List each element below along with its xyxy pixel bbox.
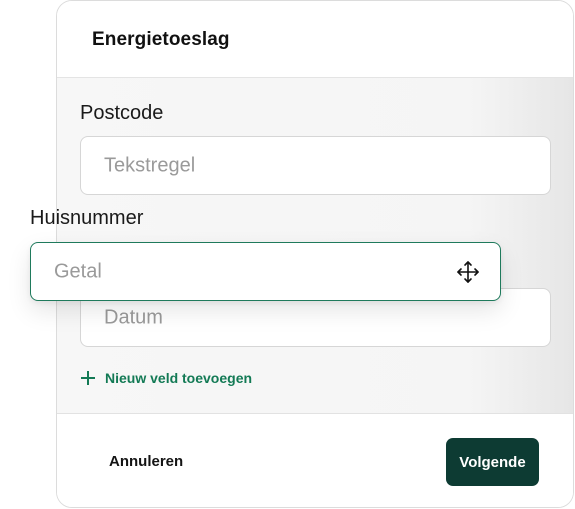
postcode-placeholder: Tekstregel (104, 154, 196, 176)
postcode-input[interactable]: Tekstregel (80, 136, 551, 195)
add-field-button[interactable]: Nieuw veld toevoegen (81, 370, 252, 386)
add-field-label: Nieuw veld toevoegen (105, 370, 253, 386)
dragged-field-label: Huisnummer (30, 207, 144, 229)
date-placeholder: Datum (104, 306, 163, 328)
plus-icon (81, 371, 95, 385)
dialog-footer: Annuleren Volgende (57, 413, 573, 507)
next-button[interactable]: Volgende (446, 438, 539, 486)
stage: Energietoeslag Postcode Tekstregel Datum… (0, 0, 575, 509)
dragged-field-input[interactable]: Getal (30, 242, 501, 301)
dragged-field-placeholder: Getal (54, 260, 102, 282)
dialog-title: Energietoeslag (92, 29, 230, 50)
move-icon[interactable] (455, 259, 481, 285)
cancel-button[interactable]: Annuleren (109, 453, 183, 470)
postcode-label: Postcode (80, 102, 164, 124)
dialog-header: Energietoeslag (57, 1, 573, 78)
